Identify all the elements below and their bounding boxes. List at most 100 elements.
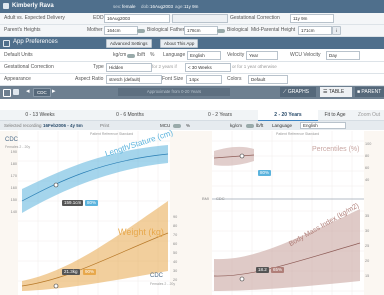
y-tick: 160: [10, 186, 17, 190]
table-label: TABLE: [328, 89, 345, 95]
fontsize-label: Font Size: [162, 76, 184, 82]
settings-icon: [3, 40, 10, 47]
language-select[interactable]: English: [187, 51, 221, 60]
weight-point: [53, 283, 59, 289]
toggle-icon: [137, 28, 145, 33]
bmi-y-axis: 35 30 25 20 15: [365, 214, 381, 289]
unit-lbft[interactable]: lb/ft: [137, 52, 145, 58]
lang-select[interactable]: English: [300, 122, 346, 129]
parent-label: PARENT: [361, 89, 382, 95]
y-tick: 140: [10, 210, 17, 214]
y-tick: 15: [365, 274, 370, 278]
advanced-settings-button[interactable]: Advanced Settings: [106, 39, 152, 48]
patient-name: Kimberly Rava: [12, 3, 54, 9]
aspect-select[interactable]: stretch (default): [106, 75, 162, 84]
language-label: Language: [163, 52, 186, 58]
patient-header: Kimberly Rava sex: female dob: 16Aug2003…: [0, 0, 384, 13]
mother-label: Mother: [87, 27, 103, 33]
sex-value: female: [122, 4, 136, 9]
bio-label-1: Biological: [147, 27, 169, 33]
y-tick: 25: [365, 244, 370, 248]
age-label: age:: [175, 4, 184, 9]
line-chart-icon: ⟋: [283, 89, 287, 95]
y-tick: 180: [10, 162, 17, 166]
unit-kgcm[interactable]: kg/cm: [113, 52, 126, 58]
y-tick: 40: [365, 178, 370, 182]
selected-label: Selected recording: [4, 123, 42, 128]
units-toggle[interactable]: [127, 53, 135, 59]
y-tick: 70: [173, 233, 178, 237]
y-tick: 20: [173, 278, 178, 282]
colors-label: Colors: [227, 76, 242, 82]
print-label[interactable]: Print: [100, 121, 109, 130]
units-kgcm[interactable]: kg/cm: [230, 121, 242, 130]
appearance-label: Appearance: [4, 76, 31, 82]
colors-select[interactable]: Default: [248, 75, 288, 84]
bio-toggle-2[interactable]: [217, 28, 225, 34]
info-button[interactable]: i: [332, 26, 341, 35]
bmi-ref-label: BMI: [202, 196, 210, 201]
right-legend: Patient Reference Standard: [276, 132, 320, 136]
y-tick: 90: [173, 215, 178, 219]
pct-value-chip: 80%: [258, 170, 272, 176]
tab-0-13-weeks[interactable]: 0 - 13 Weeks: [0, 110, 80, 120]
tab-0-6-months[interactable]: 0 - 6 Months: [90, 110, 170, 120]
zoom-out-button[interactable]: Zoom Out: [354, 110, 384, 120]
units-toggle-2[interactable]: [246, 121, 254, 130]
bmi-pct-chip: 65%: [271, 267, 285, 273]
next-icon[interactable]: ▸: [52, 87, 56, 95]
y-tick: 100: [365, 142, 372, 146]
print-icon[interactable]: [13, 89, 19, 95]
graphs-button[interactable]: ⟋ GRAPHS: [280, 87, 316, 97]
left-sub-bottom: Females 2 - 20y: [150, 282, 176, 286]
tab-0-2-years[interactable]: 0 - 2 Years: [180, 110, 260, 120]
about-app-button[interactable]: About This App: [160, 39, 199, 48]
gc-pre-text: for 2 years if: [152, 64, 177, 69]
parents-row: Parent's Heights Mother 164cm Biological…: [0, 25, 384, 37]
dob-value: 16Aug2003: [150, 4, 174, 9]
user-icon: [3, 3, 9, 9]
type-select[interactable]: Hidden: [106, 63, 152, 72]
bio-toggle-1[interactable]: [137, 28, 145, 34]
age-tabs-bar: 0 - 13 Weeks 0 - 6 Months 0 - 2 Years 2 …: [0, 110, 384, 122]
wcu-select[interactable]: Day: [326, 51, 360, 60]
pct-point: [239, 153, 245, 159]
bmi-value-chip: 18.2: [256, 267, 269, 273]
gc-cond-select[interactable]: < 30 Weeks: [185, 63, 231, 72]
settings-toggle-icon[interactable]: [3, 89, 11, 97]
main-toolbar: ◂ CDC ▸ Approximate from 0-20 Years ⟋ GR…: [0, 86, 384, 99]
table-button[interactable]: ☰ TABLE: [320, 87, 352, 97]
parent-button[interactable]: ■ PARENT: [355, 87, 384, 97]
edd-input[interactable]: 16Aug2003: [104, 14, 170, 23]
y-tick: 80: [365, 154, 370, 158]
fontsize-select[interactable]: 14px: [186, 75, 222, 84]
units-row: Default Units kg/cm lb/ft % Language Eng…: [0, 50, 384, 62]
units-lbft[interactable]: lb/ft: [256, 121, 263, 130]
fit-to-age-button[interactable]: Fit to Age: [320, 110, 350, 120]
y-tick: 170: [10, 174, 17, 178]
velocity-label: Velocity: [227, 52, 245, 58]
gest-row-label: Gestational Correction: [4, 64, 54, 70]
edd-extra-input[interactable]: [172, 14, 228, 23]
height-y-axis: 190 180 170 160 150 140: [1, 150, 17, 222]
gest-value[interactable]: 11y 9m: [290, 14, 334, 23]
mother-input[interactable]: 164cm: [104, 26, 138, 35]
approx-select[interactable]: Approximate from 0-20 Years: [118, 88, 230, 96]
velocity-select[interactable]: Year: [246, 51, 278, 60]
weight-y-axis: 90 80 70 60 50 40 30 20: [173, 215, 189, 287]
left-ref-top: CDC: [5, 137, 18, 143]
bmi-point: [239, 276, 245, 282]
pct-title: Percentiles (%): [312, 146, 360, 153]
prev-icon[interactable]: ◂: [26, 87, 30, 95]
y-tick: 30: [365, 229, 370, 233]
mcu-pct: %: [186, 123, 191, 128]
weight-title: Weight (kg): [118, 227, 164, 237]
toggle-icon: [246, 123, 254, 128]
bmi-ref-source: CDC: [216, 196, 225, 201]
unit-pct[interactable]: %: [150, 52, 154, 58]
father-input[interactable]: 178cm: [184, 26, 218, 35]
cdc-select[interactable]: CDC: [33, 88, 51, 97]
prefs-title: App Preferences: [13, 39, 58, 45]
left-sub-top: Females 2 - 20y: [5, 145, 31, 149]
mcu-toggle[interactable]: [173, 121, 181, 130]
